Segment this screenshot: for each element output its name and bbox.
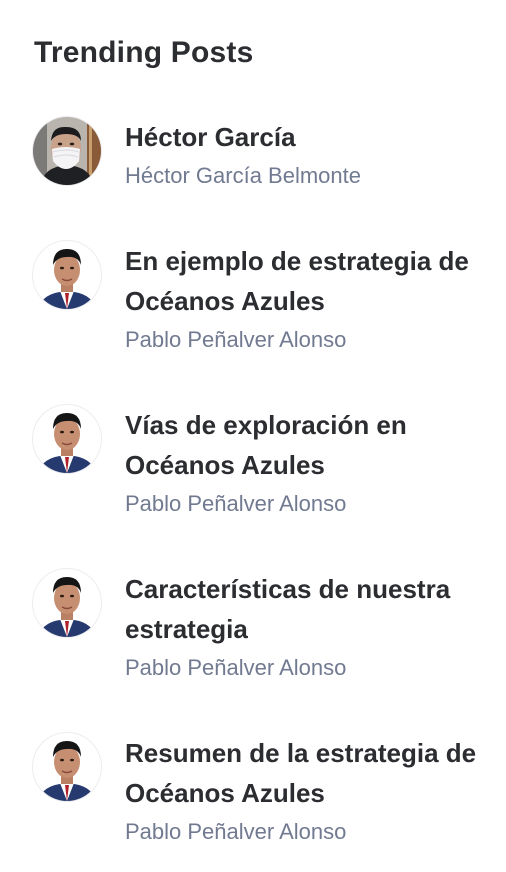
post-text: Características de nuestra estrategia Pa…: [125, 569, 485, 685]
post-title[interactable]: Vías de exploración en Océanos Azules: [125, 405, 485, 485]
post-author[interactable]: Pablo Peñalver Alonso: [125, 815, 485, 849]
post-title[interactable]: En ejemplo de estrategia de Océanos Azul…: [125, 241, 485, 321]
post-author[interactable]: Pablo Peñalver Alonso: [125, 487, 485, 521]
man-in-suit-avatar-icon: [33, 241, 101, 309]
masked-man-avatar-icon: [33, 117, 101, 185]
man-in-suit-avatar-icon: [33, 405, 101, 473]
post-text: En ejemplo de estrategia de Océanos Azul…: [125, 241, 485, 357]
post-title[interactable]: Resumen de la estrategia de Océanos Azul…: [125, 733, 485, 813]
post-author[interactable]: Héctor García Belmonte: [125, 159, 485, 193]
post-title[interactable]: Características de nuestra estrategia: [125, 569, 485, 649]
post-title[interactable]: Héctor García: [125, 117, 485, 157]
author-avatar[interactable]: [33, 569, 101, 637]
man-in-suit-avatar-icon: [33, 569, 101, 637]
post-author[interactable]: Pablo Peñalver Alonso: [125, 323, 485, 357]
author-avatar[interactable]: [33, 117, 101, 185]
trending-posts-widget: Trending Posts Héctor García Héctor Garc…: [0, 0, 506, 872]
post-text: Vías de exploración en Océanos Azules Pa…: [125, 405, 485, 521]
author-avatar[interactable]: [33, 241, 101, 309]
author-avatar[interactable]: [33, 733, 101, 801]
post-author[interactable]: Pablo Peñalver Alonso: [125, 651, 485, 685]
man-in-suit-avatar-icon: [33, 733, 101, 801]
post-text: Héctor García Héctor García Belmonte: [125, 117, 485, 193]
author-avatar[interactable]: [33, 405, 101, 473]
widget-title: Trending Posts: [34, 36, 254, 69]
post-text: Resumen de la estrategia de Océanos Azul…: [125, 733, 485, 849]
